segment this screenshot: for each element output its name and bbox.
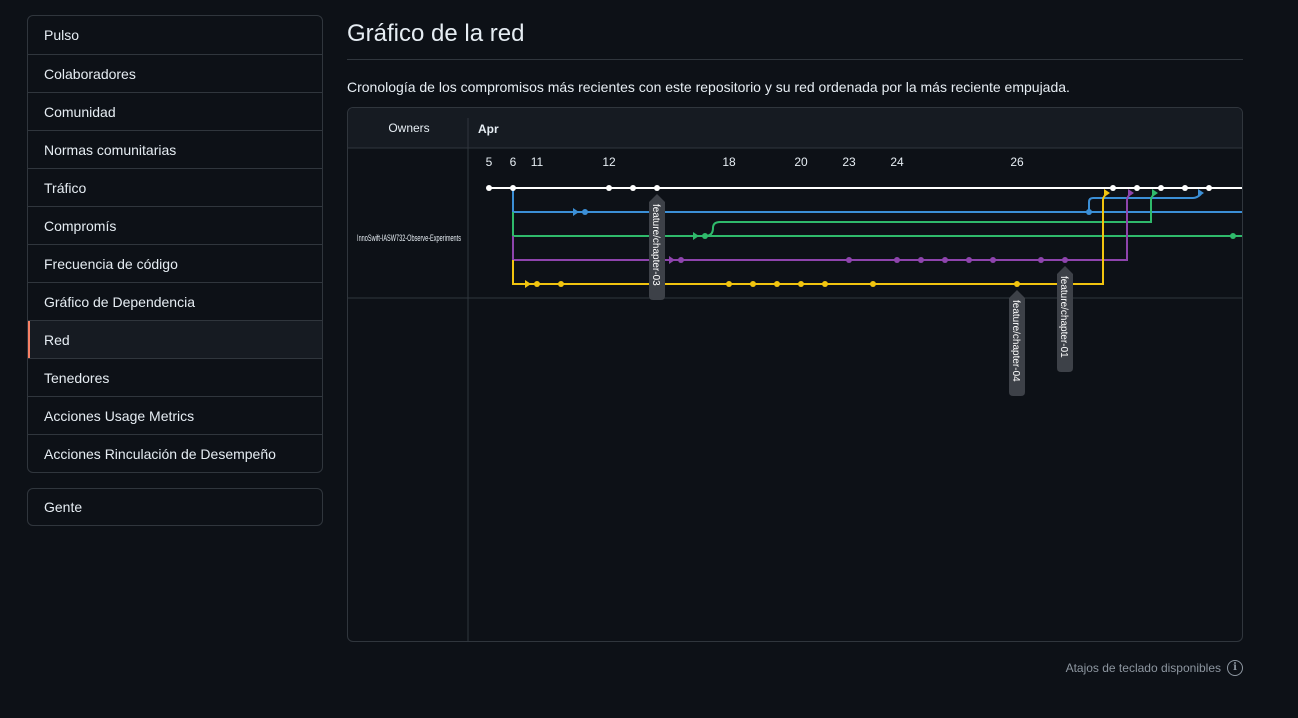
- branch-label-chapter-03[interactable]: feature/chapter-03: [649, 194, 665, 300]
- branch-line-blue: [512, 188, 1242, 213]
- day-label: 5: [486, 155, 493, 169]
- svg-text:feature/chapter-01: feature/chapter-01: [1058, 276, 1069, 358]
- sidebar-item-colaboradores[interactable]: Colaboradores: [28, 54, 322, 92]
- branch-line-purple: [512, 192, 1133, 261]
- commit-dot[interactable]: [726, 281, 732, 287]
- branch-line-green: [512, 212, 1242, 237]
- merge-arrow: [693, 232, 699, 240]
- commit-dot[interactable]: [1182, 185, 1188, 191]
- commit-dot[interactable]: [582, 209, 588, 215]
- sidebar-item-acciones-usage-metrics[interactable]: Acciones Usage Metrics: [28, 396, 322, 434]
- page-description: Cronología de los compromisos más recien…: [347, 79, 1070, 95]
- svg-text:feature/chapter-03: feature/chapter-03: [650, 204, 661, 286]
- commit-dot[interactable]: [1110, 185, 1116, 191]
- commit-dot[interactable]: [558, 281, 564, 287]
- commit-dot[interactable]: [1038, 257, 1044, 263]
- commit-dot[interactable]: [774, 281, 780, 287]
- commit-dot[interactable]: [486, 185, 492, 191]
- branch-label-chapter-01[interactable]: feature/chapter-01: [1057, 266, 1073, 372]
- merge-arrow: [525, 280, 531, 288]
- day-label: 20: [794, 155, 808, 169]
- month-label: Apr: [478, 122, 499, 136]
- commit-dot[interactable]: [870, 281, 876, 287]
- day-label: 18: [722, 155, 736, 169]
- insights-sidebar-menu: Pulso Colaboradores Comunidad Normas com…: [27, 15, 323, 473]
- merge-arrow: [1198, 189, 1204, 197]
- day-label: 23: [842, 155, 856, 169]
- commit-dot[interactable]: [1134, 185, 1140, 191]
- keyboard-shortcuts-text: Atajos de teclado disponibles: [1065, 661, 1221, 675]
- branch-labels: feature/chapter-03 feature/chapter-04 feat…: [649, 194, 1073, 396]
- svg-text:feature/chapter-04: feature/chapter-04: [1010, 300, 1021, 382]
- commit-dot[interactable]: [630, 185, 636, 191]
- commit-dot[interactable]: [1062, 257, 1068, 263]
- merge-arrow: [1104, 189, 1110, 197]
- sidebar-item-red[interactable]: Red: [28, 320, 322, 358]
- commit-dot[interactable]: [1206, 185, 1212, 191]
- sidebar-item-pulso[interactable]: Pulso: [28, 16, 322, 54]
- day-label: 12: [602, 155, 616, 169]
- commit-dot[interactable]: [966, 257, 972, 263]
- commit-dot[interactable]: [510, 185, 516, 191]
- commit-dot[interactable]: [654, 185, 660, 191]
- merge-arrow: [573, 208, 579, 216]
- keyboard-shortcuts-hint[interactable]: Atajos de teclado disponibles i: [1066, 660, 1243, 676]
- sidebar-item-comunidad[interactable]: Comunidad: [28, 92, 322, 130]
- day-label: 6: [510, 155, 517, 169]
- sidebar-item-normas-comunitarias[interactable]: Normas comunitarias: [28, 130, 322, 168]
- branch-label-chapter-04[interactable]: feature/chapter-04: [1009, 290, 1025, 396]
- merge-arrow: [669, 256, 675, 264]
- day-labels: 5 6 11 12 18 20 23 24 26: [486, 155, 1024, 169]
- branch-line-blue-merge: [1088, 193, 1202, 212]
- owner-name[interactable]: InnoSwift-IASW732-Observe-Experiments: [357, 233, 461, 244]
- sidebar-item-acciones-rinculacion[interactable]: Acciones Rinculación de Desempeño: [28, 434, 322, 472]
- page-title: Gráfico de la red: [347, 20, 525, 47]
- commit-dot[interactable]: [678, 257, 684, 263]
- day-label: 11: [531, 155, 544, 169]
- merge-arrow: [1152, 189, 1158, 197]
- sidebar-item-compromis[interactable]: Compromís: [28, 206, 322, 244]
- sidebar-item-trafico[interactable]: Tráfico: [28, 168, 322, 206]
- sidebar-item-tenedores[interactable]: Tenedores: [28, 358, 322, 396]
- network-graph-canvas[interactable]: Owners Apr InnoSwift-IASW732-Observe-Exp…: [348, 108, 1243, 642]
- day-label: 24: [890, 155, 904, 169]
- owners-header: Owners: [388, 121, 429, 135]
- people-sidebar-menu: Gente: [27, 488, 323, 526]
- commit-dot[interactable]: [990, 257, 996, 263]
- info-icon[interactable]: i: [1227, 660, 1243, 676]
- commit-dot[interactable]: [846, 257, 852, 263]
- commit-dot[interactable]: [942, 257, 948, 263]
- commit-dot[interactable]: [534, 281, 540, 287]
- commit-dot[interactable]: [1014, 281, 1020, 287]
- commit-dot[interactable]: [1230, 233, 1236, 239]
- commit-dot[interactable]: [750, 281, 756, 287]
- commit-dot[interactable]: [798, 281, 804, 287]
- branch-line-yellow: [512, 192, 1109, 285]
- sidebar-item-grafico-de-dependencia[interactable]: Gráfico de Dependencia: [28, 282, 322, 320]
- sidebar-item-gente[interactable]: Gente: [28, 489, 322, 525]
- title-divider: [347, 59, 1243, 60]
- commit-dot[interactable]: [894, 257, 900, 263]
- network-graph[interactable]: Owners Apr InnoSwift-IASW732-Observe-Exp…: [347, 107, 1243, 642]
- merge-arrow: [1128, 189, 1134, 197]
- branch-lines: [489, 187, 1242, 288]
- commit-dot[interactable]: [1158, 185, 1164, 191]
- commit-dot[interactable]: [918, 257, 924, 263]
- day-label: 26: [1010, 155, 1024, 169]
- commit-dot[interactable]: [1086, 209, 1092, 215]
- commit-dot[interactable]: [606, 185, 612, 191]
- sidebar-item-frecuencia-de-codigo[interactable]: Frecuencia de código: [28, 244, 322, 282]
- commit-dot[interactable]: [822, 281, 828, 287]
- commit-dot[interactable]: [702, 233, 708, 239]
